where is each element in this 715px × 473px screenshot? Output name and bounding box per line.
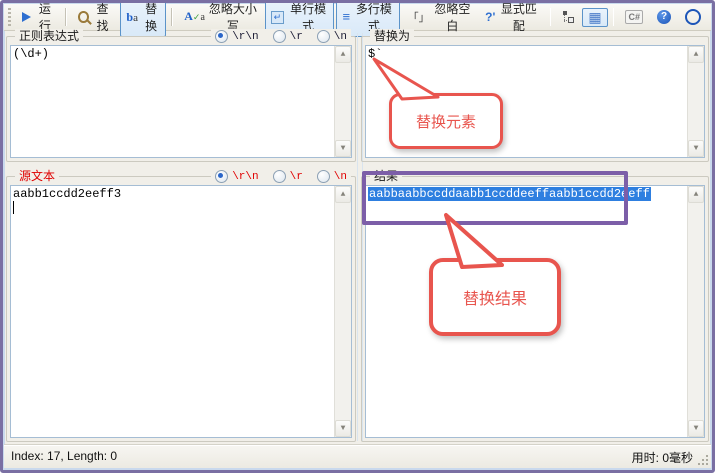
scroll-down-icon[interactable]: ▼: [335, 140, 351, 157]
radio-lf[interactable]: \n: [317, 170, 347, 183]
circle-logo-icon: [685, 9, 701, 25]
scroll-up-icon[interactable]: ▲: [335, 46, 351, 63]
regex-newline-radios: \r\n \r \n: [211, 29, 351, 44]
radio-dot: [215, 30, 228, 43]
resize-grip[interactable]: [699, 456, 708, 465]
radio-cr[interactable]: \r: [273, 30, 303, 43]
toolbar-separator: [171, 8, 173, 26]
status-elapsed-time: 用时: 0毫秒: [632, 449, 693, 466]
replace-with-panel-title: 替换为: [370, 29, 414, 43]
table-icon: ▦: [588, 11, 601, 24]
explicit-capture-button[interactable]: ?' 显式匹配: [479, 0, 544, 37]
regex-scrollbar[interactable]: ▲ ▼: [334, 46, 351, 157]
scroll-down-icon[interactable]: ▼: [688, 140, 704, 157]
replace-label: 替换: [142, 0, 160, 34]
callout-replace-element-label: 替换元素: [416, 111, 476, 132]
text-caret: [13, 201, 14, 214]
scroll-up-icon[interactable]: ▲: [335, 186, 351, 203]
replace-icon: ba: [126, 12, 138, 23]
toolbar: 运行 查找 ba 替换 A✓a 忽略大小写 ↵ 单行模式 ≡ 多行模式 「」 忽…: [4, 4, 711, 31]
explicit-capture-icon: ?': [485, 10, 495, 24]
radio-cr[interactable]: \r: [273, 170, 303, 183]
scroll-up-icon[interactable]: ▲: [688, 186, 704, 203]
radio-dot: [215, 170, 228, 183]
multi-line-icon: ≡: [342, 11, 350, 23]
status-bar: Index: 17, Length: 0 用时: 0毫秒: [4, 444, 711, 468]
regex-input[interactable]: (\d+) ▲ ▼: [10, 45, 352, 158]
ignore-case-icon: A✓a: [184, 11, 205, 23]
radio-dot: [273, 170, 286, 183]
regex-input-text: (\d+): [13, 47, 333, 61]
toolbar-grip[interactable]: [8, 8, 11, 26]
radio-dot: [273, 30, 286, 43]
single-line-icon: ↵: [271, 11, 284, 24]
replace-scrollbar[interactable]: ▲ ▼: [687, 46, 704, 157]
regex-panel-title: 正则表达式: [15, 29, 83, 43]
radio-dot: [317, 170, 330, 183]
radio-lf[interactable]: \n: [317, 30, 347, 43]
toolbar-separator: [550, 8, 552, 26]
toolbar-separator: [65, 8, 67, 26]
regex-panel: 正则表达式 \r\n \r \n (\d+) ▲ ▼: [6, 36, 356, 162]
source-text-panel-title: 源文本: [15, 169, 59, 183]
search-icon: [78, 11, 89, 23]
result-scrollbar[interactable]: ▲ ▼: [687, 186, 704, 437]
source-scrollbar[interactable]: ▲ ▼: [334, 186, 351, 437]
csharp-code-button[interactable]: C#: [619, 7, 649, 27]
source-newline-radios: \r\n \r \n: [211, 169, 351, 184]
replace-button[interactable]: ba 替换: [120, 0, 166, 37]
radio-dot: [317, 30, 330, 43]
scroll-down-icon[interactable]: ▼: [335, 420, 351, 437]
tree-view-button[interactable]: [556, 8, 580, 26]
radio-crlf[interactable]: \r\n: [215, 30, 258, 43]
brackets-icon: 「」: [408, 9, 430, 25]
find-label: 查找: [93, 0, 113, 34]
callout-replace-result-label: 替换结果: [463, 285, 527, 309]
app-window: 运行 查找 ba 替换 A✓a 忽略大小写 ↵ 单行模式 ≡ 多行模式 「」 忽…: [0, 0, 715, 473]
result-highlight-rectangle: [362, 171, 628, 225]
source-text-input[interactable]: aabb1ccdd2eeff3 ▲ ▼: [10, 185, 352, 438]
play-icon: [22, 12, 31, 22]
tree-icon: [562, 11, 574, 23]
ignore-whitespace-label: 忽略空白: [434, 0, 472, 34]
help-icon: ?: [657, 10, 671, 24]
status-index-length: Index: 17, Length: 0: [11, 449, 117, 463]
callout-replace-element: 替换元素: [389, 93, 503, 149]
radio-crlf[interactable]: \r\n: [215, 170, 258, 183]
csharp-icon: C#: [625, 10, 643, 24]
replace-with-input-text: $`: [368, 47, 686, 61]
explicit-capture-label: 显式匹配: [499, 0, 538, 34]
source-text-panel: 源文本 \r\n \r \n aabb1ccdd2eeff3 ▲ ▼: [6, 176, 356, 442]
scroll-down-icon[interactable]: ▼: [688, 420, 704, 437]
help-button[interactable]: ?: [651, 7, 677, 27]
scroll-up-icon[interactable]: ▲: [688, 46, 704, 63]
table-view-button[interactable]: ▦: [582, 8, 607, 27]
about-button[interactable]: [679, 6, 707, 28]
toolbar-separator: [613, 8, 615, 26]
callout-replace-result: 替换结果: [429, 258, 561, 336]
source-text-input-text: aabb1ccdd2eeff3: [13, 187, 333, 201]
